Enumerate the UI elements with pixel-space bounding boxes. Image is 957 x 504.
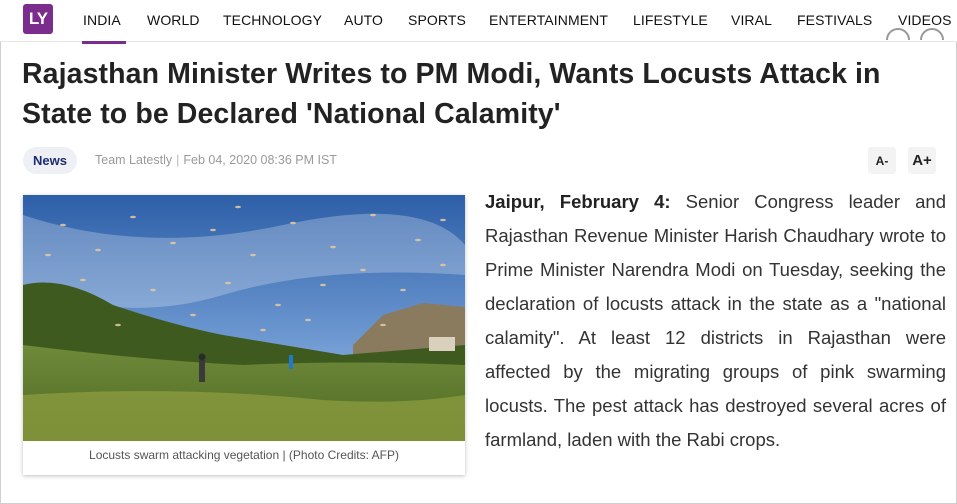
font-increase-button[interactable]: A+ (908, 147, 936, 174)
category-badge[interactable]: News (23, 147, 77, 174)
nav-item-entertainment[interactable]: ENTERTAINMENT (489, 12, 608, 28)
publish-date: Feb 04, 2020 08:36 PM IST (183, 153, 337, 167)
nav-item-lifestyle[interactable]: LIFESTYLE (633, 12, 708, 28)
nav-item-viral[interactable]: VIRAL (731, 12, 772, 28)
nav-item-world[interactable]: WORLD (147, 12, 200, 28)
meta-separator: | (176, 153, 180, 167)
nav-item-technology[interactable]: TECHNOLOGY (223, 12, 322, 28)
nav-item-sports[interactable]: SPORTS (408, 12, 466, 28)
article-dateline: Jaipur, February 4: (485, 191, 671, 212)
image-caption: Locusts swarm attacking vegetation | (Ph… (89, 448, 399, 462)
font-decrease-button[interactable]: A- (868, 147, 896, 174)
nav-item-festivals[interactable]: FESTIVALS (797, 12, 872, 28)
nav-item-india[interactable]: INDIA (83, 12, 121, 28)
article-body-text: Senior Congress leader and Rajasthan Rev… (485, 191, 946, 450)
top-nav: LY INDIA WORLD TECHNOLOGY AUTO SPORTS EN… (0, 0, 957, 44)
nav-active-indicator (82, 41, 126, 44)
nav-item-auto[interactable]: AUTO (344, 12, 383, 28)
article-title: Rajasthan Minister Writes to PM Modi, Wa… (22, 58, 881, 130)
author-name[interactable]: Team Latestly (95, 153, 172, 167)
latestly-logo[interactable]: LY (23, 4, 53, 34)
article-body: Jaipur, February 4: Senior Congress lead… (485, 185, 946, 457)
article-meta: Team Latestly | Feb 04, 2020 08:36 PM IST (95, 153, 337, 167)
image-card: Locusts swarm attacking vegetation | (Ph… (23, 195, 465, 475)
nav-item-videos[interactable]: VIDEOS (898, 12, 952, 28)
locust-swarm-photo[interactable] (23, 195, 465, 441)
